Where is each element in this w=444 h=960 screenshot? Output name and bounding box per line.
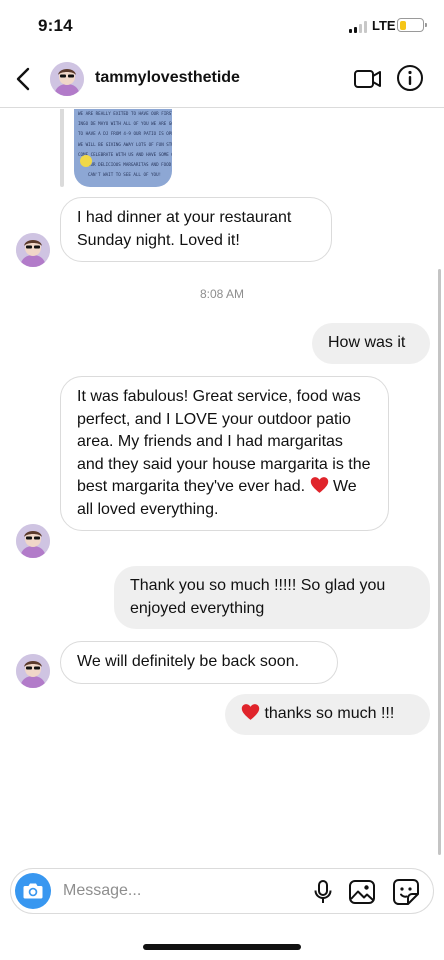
sender-avatar[interactable]: [16, 233, 50, 267]
message-text: thanks so much !!!: [264, 705, 395, 722]
message-input[interactable]: [63, 878, 293, 904]
microphone-icon: [314, 880, 332, 903]
shared-flyer-image[interactable]: WE ARE REALLY EXITED TO HAVE OUR FIRST I…: [74, 109, 172, 187]
message-thread[interactable]: WE ARE REALLY EXITED TO HAVE OUR FIRST I…: [0, 109, 444, 863]
scrollbar[interactable]: [438, 269, 441, 855]
message-text: Thank you so much !!!!! So glad you enjo…: [130, 577, 386, 617]
message-timestamp: 8:08 AM: [199, 287, 245, 301]
network-type: LTE: [372, 18, 396, 33]
video-call-button[interactable]: [352, 65, 384, 93]
info-button[interactable]: [396, 64, 424, 92]
status-bar: 9:14 LTE: [0, 0, 444, 52]
sender-avatar[interactable]: [16, 524, 50, 558]
message-text: I had dinner at your restaurant Sunday n…: [77, 209, 292, 249]
avatar-image: [16, 654, 50, 688]
video-camera-icon: [354, 70, 381, 88]
flyer-text-line: CAN'T WAIT TO SEE ALL OF YOU!: [88, 172, 162, 178]
conversation-header: tammylovesthetide: [0, 52, 444, 108]
avatar-image: [50, 62, 84, 96]
avatar-image: [16, 524, 50, 558]
voice-message-button[interactable]: [311, 879, 335, 905]
sender-avatar[interactable]: [16, 654, 50, 688]
gallery-icon: [349, 880, 375, 904]
battery-icon: [397, 18, 427, 32]
dm-screen: 9:14 LTE tammylovesthetide WE ARE REALLY…: [0, 0, 444, 960]
sticker-icon: [393, 879, 419, 905]
sticker-button[interactable]: [392, 878, 420, 906]
outgoing-message[interactable]: Thank you so much !!!!! So glad you enjo…: [114, 566, 430, 629]
reply-quote-bar: [60, 109, 64, 187]
message-text: How was it: [328, 334, 406, 351]
red-heart-icon: [241, 704, 260, 720]
outgoing-message[interactable]: thanks so much !!!: [225, 694, 430, 735]
gallery-button[interactable]: [348, 879, 376, 905]
message-composer: [10, 868, 434, 914]
home-indicator[interactable]: [143, 944, 301, 950]
header-username[interactable]: tammylovesthetide: [95, 69, 240, 87]
sun-graphic: [80, 155, 92, 167]
flyer-text-line: WE ARE REALLY EXITED TO HAVE OUR FIRST: [78, 111, 172, 116]
incoming-message[interactable]: It was fabulous! Great service, food was…: [60, 376, 389, 531]
camera-icon: [23, 883, 43, 899]
signal-strength-icon: [349, 21, 369, 33]
message-text: We will definitely be back soon.: [77, 653, 300, 670]
battery-level: [399, 20, 406, 30]
status-time: 9:14: [38, 16, 73, 35]
flyer-text-line: INGO DE MAYO WITH ALL OF YOU WE ARE GOIN: [78, 121, 172, 127]
header-avatar[interactable]: [50, 62, 84, 96]
chevron-left-icon: [16, 67, 30, 91]
back-button[interactable]: [12, 64, 38, 94]
flyer-text-line: TO HAVE A DJ FROM 4-9 OUR PATIO IS OPEN …: [78, 131, 172, 137]
avatar-image: [16, 233, 50, 267]
info-icon: [397, 65, 423, 91]
red-heart-icon: [310, 477, 328, 493]
incoming-message[interactable]: I had dinner at your restaurant Sunday n…: [60, 197, 332, 262]
outgoing-message[interactable]: How was it: [312, 323, 430, 364]
flyer-text-line: WE WILL BE GIVING AWAY LOTS OF FUN STUFF: [78, 141, 172, 147]
incoming-message[interactable]: We will definitely be back soon.: [60, 641, 338, 684]
camera-button[interactable]: [15, 873, 51, 909]
